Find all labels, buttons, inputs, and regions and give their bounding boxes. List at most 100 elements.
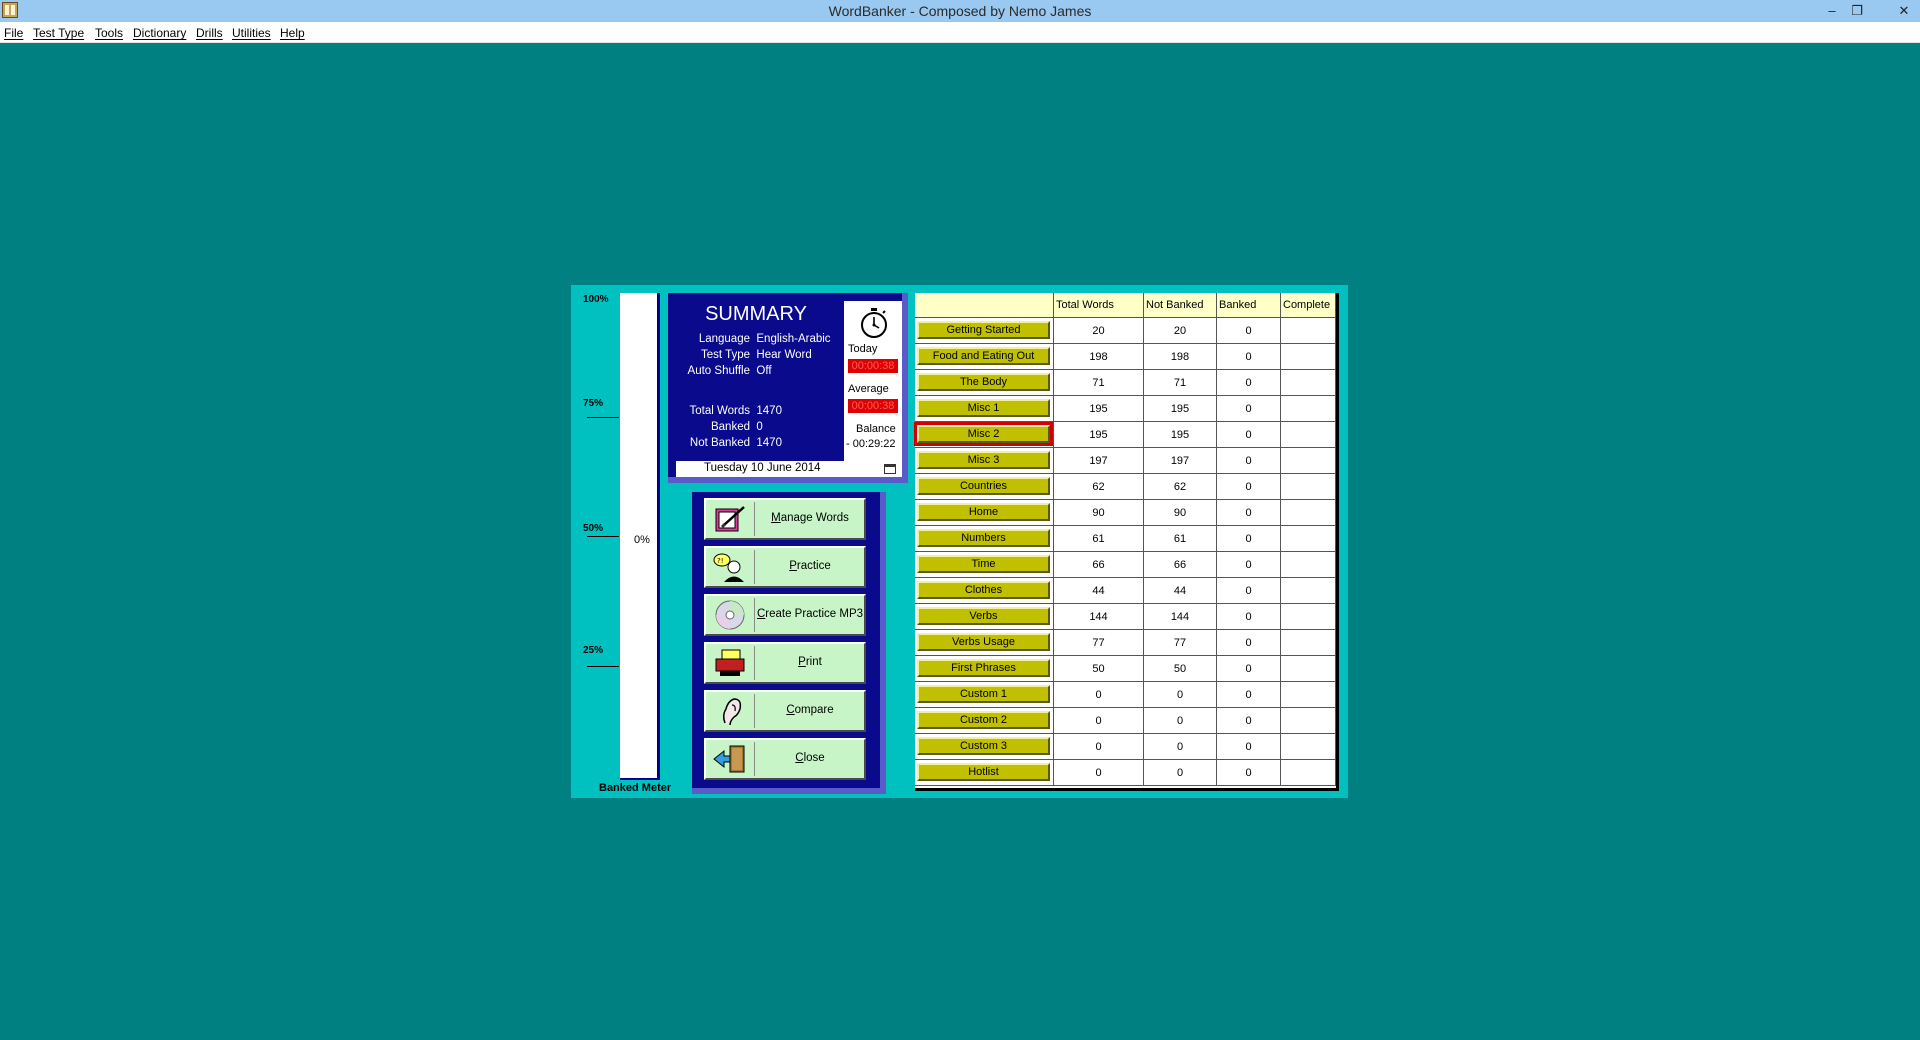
category-button[interactable]: Custom 1: [917, 685, 1050, 703]
category-button[interactable]: Getting Started: [917, 321, 1050, 339]
not-banked-cell: 144: [1144, 604, 1217, 630]
compare-button[interactable]: Compare: [704, 690, 866, 732]
menu-tools[interactable]: Tools: [95, 26, 123, 40]
not-banked-cell: 195: [1144, 396, 1217, 422]
manage-words-button[interactable]: Manage Words: [704, 498, 866, 540]
table-row: Countries 62 62 0: [915, 474, 1336, 500]
banked-cell: 0: [1217, 708, 1281, 734]
complete-cell[interactable]: [1281, 708, 1336, 734]
category-button[interactable]: Verbs: [917, 607, 1050, 625]
calendar-icon[interactable]: [884, 464, 896, 474]
category-button[interactable]: Misc 1: [917, 399, 1050, 417]
category-button[interactable]: First Phrases: [917, 659, 1050, 677]
category-button[interactable]: Hotlist: [917, 763, 1050, 781]
complete-cell[interactable]: [1281, 682, 1336, 708]
menu-test-type[interactable]: Test Type: [33, 26, 84, 40]
create-practice-mp3-label: Create Practice MP3: [756, 608, 864, 620]
complete-cell[interactable]: [1281, 760, 1336, 786]
banked-meter-value: 0%: [634, 534, 650, 546]
table-header-not-banked: Not Banked: [1144, 293, 1217, 318]
complete-cell[interactable]: [1281, 578, 1336, 604]
total-words-cell: 0: [1054, 760, 1144, 786]
category-button[interactable]: Clothes: [917, 581, 1050, 599]
total-words-cell: 0: [1054, 682, 1144, 708]
complete-cell[interactable]: [1281, 474, 1336, 500]
complete-cell[interactable]: [1281, 422, 1336, 448]
total-words-cell: 20: [1054, 318, 1144, 344]
complete-cell[interactable]: [1281, 656, 1336, 682]
category-button[interactable]: Custom 2: [917, 711, 1050, 729]
stopwatch-icon: [861, 308, 887, 338]
table-header-complete: Complete: [1281, 293, 1336, 318]
category-button[interactable]: Countries: [917, 477, 1050, 495]
minimize-button[interactable]: –: [1818, 1, 1846, 20]
category-button[interactable]: Time: [917, 555, 1050, 573]
complete-cell[interactable]: [1281, 526, 1336, 552]
category-button[interactable]: Verbs Usage: [917, 633, 1050, 651]
print-button[interactable]: Print: [704, 642, 866, 684]
category-button[interactable]: The Body: [917, 373, 1050, 391]
summary-not-banked: Not Banked 1470: [689, 437, 782, 449]
complete-cell[interactable]: [1281, 318, 1336, 344]
banked-cell: 0: [1217, 448, 1281, 474]
balance-label: Balance: [856, 423, 896, 435]
complete-cell[interactable]: [1281, 448, 1336, 474]
not-banked-cell: 71: [1144, 370, 1217, 396]
total-words-cell: 62: [1054, 474, 1144, 500]
total-words-cell: 50: [1054, 656, 1144, 682]
banked-cell: 0: [1217, 682, 1281, 708]
category-button[interactable]: Numbers: [917, 529, 1050, 547]
banked-cell: 0: [1217, 604, 1281, 630]
menu-drills[interactable]: Drills: [196, 26, 223, 40]
complete-cell[interactable]: [1281, 344, 1336, 370]
category-cell: Verbs: [915, 604, 1054, 630]
category-button[interactable]: Food and Eating Out: [917, 347, 1050, 365]
not-banked-cell: 77: [1144, 630, 1217, 656]
create-practice-mp3-button[interactable]: Create Practice MP3: [704, 594, 866, 636]
practice-button[interactable]: ?! Practice: [704, 546, 866, 588]
banked-cell: 0: [1217, 396, 1281, 422]
banked-cell: 0: [1217, 734, 1281, 760]
summary-banked: Banked 0: [710, 421, 763, 433]
menu-help[interactable]: Help: [280, 26, 305, 40]
table-row: Custom 2000: [915, 708, 1336, 734]
menu-dictionary[interactable]: Dictionary: [133, 26, 186, 40]
table-row: Time 66 66 0: [915, 552, 1336, 578]
complete-cell[interactable]: [1281, 500, 1336, 526]
complete-cell[interactable]: [1281, 604, 1336, 630]
menu-utilities[interactable]: Utilities: [232, 26, 271, 40]
date-bar: Tuesday 10 June 2014: [676, 461, 902, 477]
category-button[interactable]: Misc 2: [914, 422, 1053, 446]
summary-panel: SUMMARY Language English-Arabic Test Typ…: [668, 293, 908, 483]
menu-file[interactable]: File: [4, 26, 23, 40]
category-button[interactable]: Misc 3: [917, 451, 1050, 469]
complete-cell[interactable]: [1281, 552, 1336, 578]
total-words-cell: 195: [1054, 396, 1144, 422]
total-words-cell: 0: [1054, 708, 1144, 734]
complete-cell[interactable]: [1281, 734, 1336, 760]
table-row: Numbers 61 61 0: [915, 526, 1336, 552]
timer-box: Today 00:00:38 Average 00:00:38 Balance …: [844, 301, 902, 461]
category-cell: Misc 1: [915, 396, 1054, 422]
table-row: The Body 71 71 0: [915, 370, 1336, 396]
banked-cell: 0: [1217, 552, 1281, 578]
total-words-cell: 66: [1054, 552, 1144, 578]
close-button[interactable]: Close: [704, 738, 866, 780]
printer-icon: [715, 649, 745, 676]
category-button[interactable]: Home: [917, 503, 1050, 521]
ear-icon: [722, 698, 742, 726]
total-words-cell: 44: [1054, 578, 1144, 604]
close-window-button[interactable]: ✕: [1890, 1, 1918, 20]
table-header-total-words: Total Words: [1054, 293, 1144, 318]
category-button[interactable]: Custom 3: [917, 737, 1050, 755]
table-row: First Phrases 50 50 0: [915, 656, 1336, 682]
table-row: Custom 3000: [915, 734, 1336, 760]
not-banked-cell: 44: [1144, 578, 1217, 604]
restore-button[interactable]: ❐: [1843, 1, 1871, 20]
manage-words-icon: [715, 506, 745, 532]
manage-words-label: Manage Words: [771, 512, 849, 524]
complete-cell[interactable]: [1281, 396, 1336, 422]
complete-cell[interactable]: [1281, 370, 1336, 396]
banked-cell: 0: [1217, 656, 1281, 682]
complete-cell[interactable]: [1281, 630, 1336, 656]
